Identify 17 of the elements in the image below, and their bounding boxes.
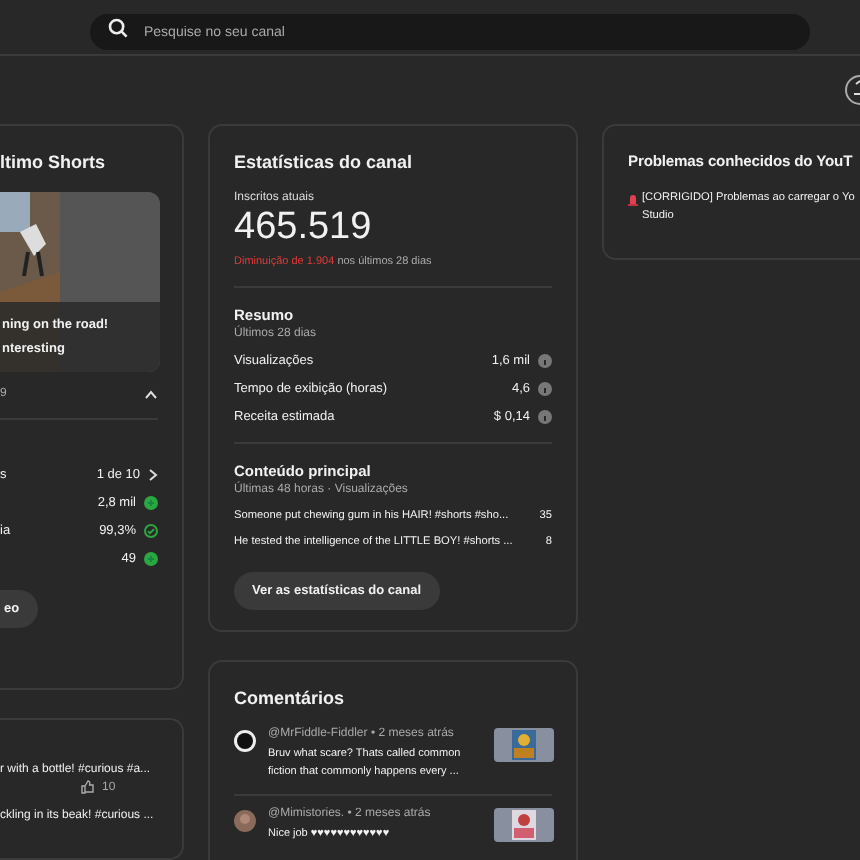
- subscriber-count: 465.519: [234, 206, 374, 250]
- card-title: Comentários: [234, 688, 347, 708]
- info-icon: [538, 382, 552, 396]
- chevron-right-icon[interactable]: [148, 468, 158, 482]
- info-icon: [538, 410, 552, 424]
- avatar: [234, 810, 256, 832]
- chevron-up-icon[interactable]: [144, 389, 158, 399]
- status-ok-icon: [144, 552, 158, 566]
- card-title: Estatísticas do canal: [234, 152, 415, 172]
- search-icon: [108, 17, 128, 37]
- check-circle-icon: [144, 524, 158, 538]
- status-ok-icon: [144, 496, 158, 510]
- card-title: ltimo Shorts: [0, 152, 108, 172]
- info-icon: [538, 354, 552, 368]
- siren-icon: [628, 192, 638, 206]
- avatar: [234, 730, 256, 752]
- thumbs-up-icon: [80, 780, 94, 794]
